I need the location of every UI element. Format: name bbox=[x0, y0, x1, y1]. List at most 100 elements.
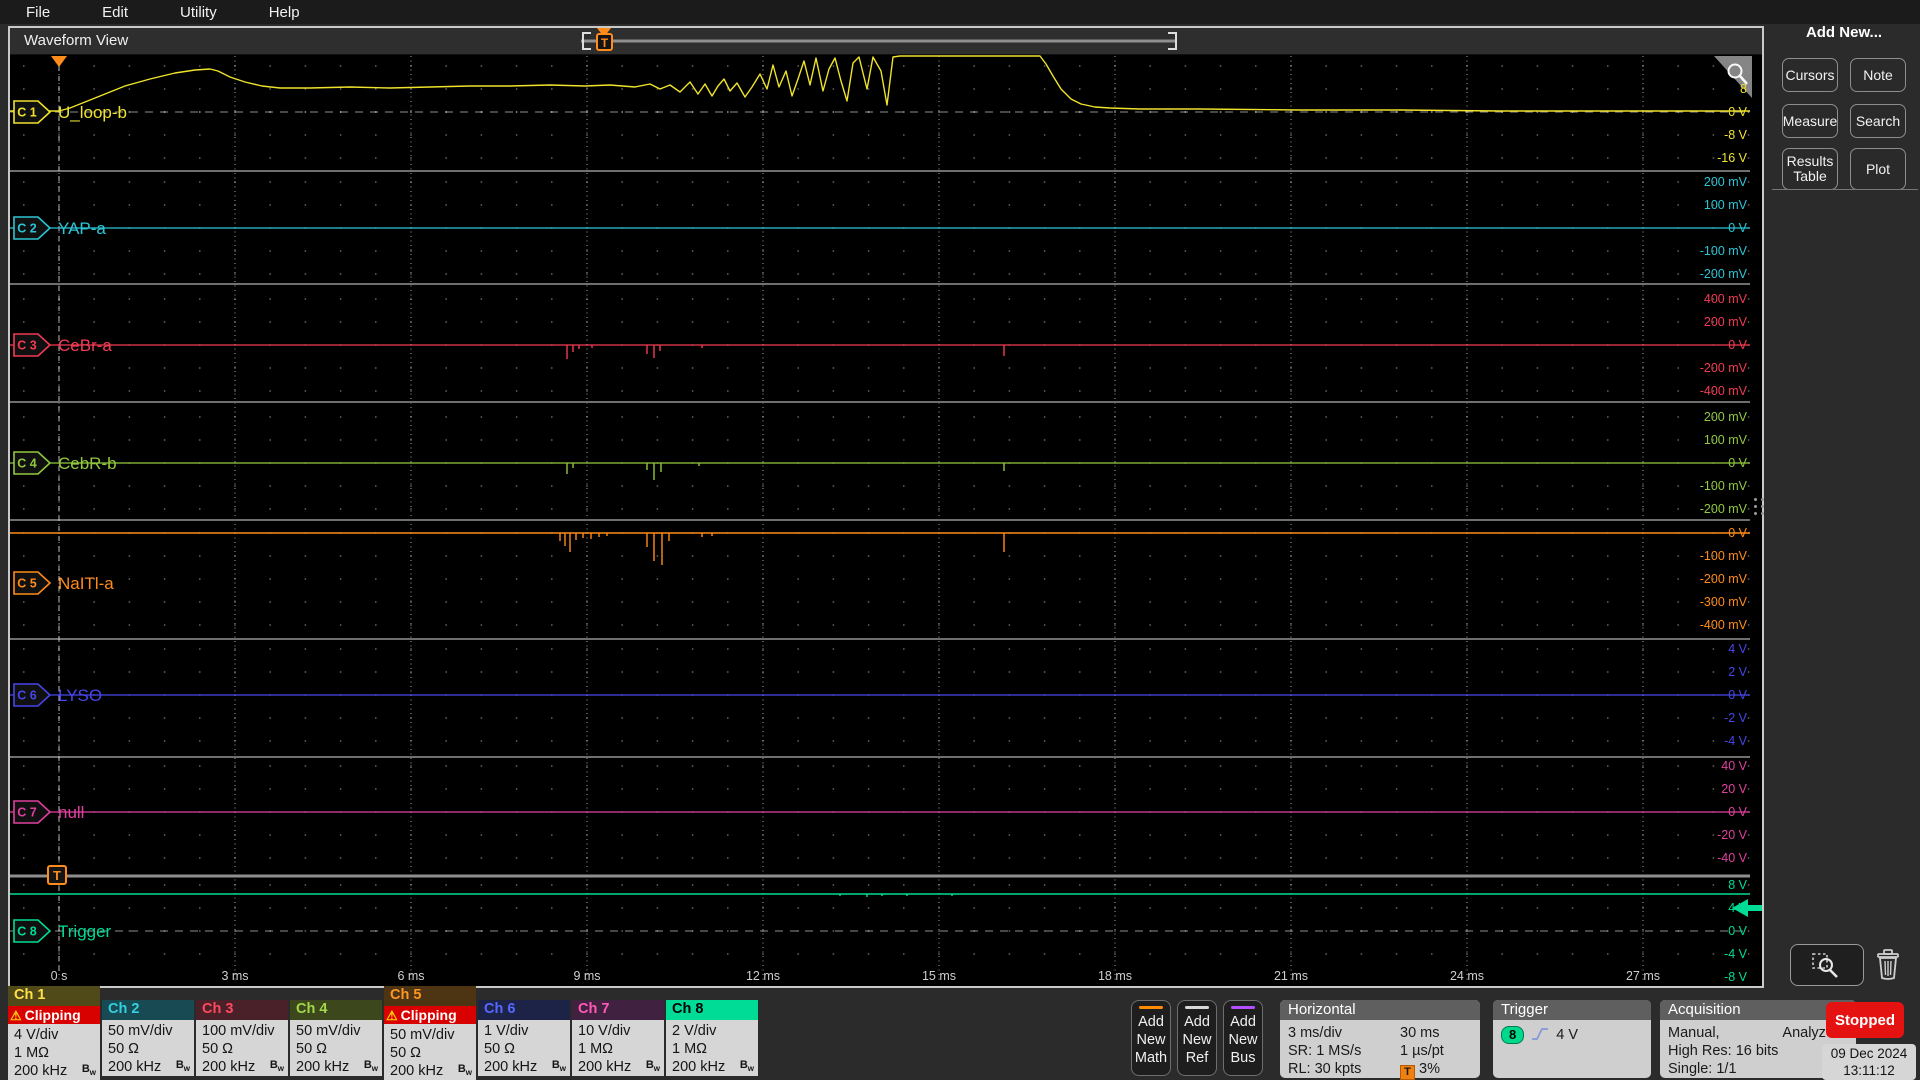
bandwidth-value: 200 kHz bbox=[296, 1059, 350, 1075]
channel-name-c2[interactable]: YAP-a bbox=[58, 219, 106, 238]
add-cursors-button[interactable]: Cursors bbox=[1782, 58, 1838, 92]
channel-badge-ch5[interactable]: Ch 5 ⚠ Clipping 50 mV/div 50 Ω 200 kHz Bw bbox=[384, 986, 476, 1080]
axis-label-c6: 0 V bbox=[1728, 688, 1747, 702]
channel-name-c3[interactable]: CeBr-a bbox=[58, 336, 112, 355]
time-axis-label: 6 ms bbox=[397, 969, 424, 983]
time-axis-label: 9 ms bbox=[573, 969, 600, 983]
channel-badge-ch3[interactable]: Ch 3 100 mV/div 50 Ω 200 kHz Bw bbox=[196, 1000, 288, 1076]
axis-label-c1: -8 V bbox=[1724, 128, 1748, 142]
bandwidth-row: 200 kHz Bw bbox=[202, 1058, 284, 1076]
trigger-source-badge: 8 bbox=[1501, 1026, 1525, 1044]
channel-tag-label-c8: C 8 bbox=[17, 925, 37, 939]
axis-label-c1: 8 bbox=[1740, 82, 1747, 96]
time-axis-label: 18 ms bbox=[1098, 969, 1132, 983]
time-axis-label: 15 ms bbox=[922, 969, 956, 983]
bandwidth-value: 200 kHz bbox=[484, 1059, 538, 1075]
menu-item-utility[interactable]: Utility bbox=[154, 4, 243, 21]
axis-label-c1: -16 V bbox=[1717, 151, 1748, 165]
add-measure-button[interactable]: Measure bbox=[1782, 104, 1838, 138]
axis-label-c8: 0 V bbox=[1728, 924, 1747, 938]
zoom-box-button[interactable] bbox=[1790, 944, 1864, 986]
channel-badge-header: Ch 5 bbox=[384, 986, 476, 1006]
acquisition-single: Single: 1/1 bbox=[1668, 1061, 1737, 1077]
axis-label-c3: 400 mV bbox=[1704, 292, 1748, 306]
channel-name-c8[interactable]: Trigger bbox=[58, 922, 112, 941]
channel-badge-ch2[interactable]: Ch 2 50 mV/div 50 Ω 200 kHz Bw bbox=[102, 1000, 194, 1076]
trash-button[interactable] bbox=[1872, 946, 1904, 987]
add-note-button[interactable]: Note bbox=[1850, 58, 1906, 92]
horizontal-panel[interactable]: Horizontal 3 ms/div SR: 1 MS/s RL: 30 kp… bbox=[1280, 1000, 1480, 1080]
trash-icon bbox=[1877, 949, 1899, 980]
panel-resize-handle[interactable] bbox=[1754, 498, 1764, 524]
channel-tag-label-c2: C 2 bbox=[17, 222, 37, 236]
axis-label-c4: -100 mV bbox=[1700, 479, 1748, 493]
channel-name-c7[interactable]: null bbox=[58, 803, 84, 822]
vertical-scale-value: 2 V/div bbox=[672, 1023, 717, 1039]
bandwidth-value: 200 kHz bbox=[14, 1063, 68, 1079]
oscilloscope-screen: File Edit Utility Help Waveform View T 0 s 3… bbox=[0, 0, 1920, 1080]
channel-badge-ch7[interactable]: Ch 7 10 V/div 1 MΩ 200 kHz Bw bbox=[572, 1000, 664, 1076]
axis-label-c5: -300 mV bbox=[1700, 595, 1748, 609]
add-search-button[interactable]: Search bbox=[1850, 104, 1906, 138]
channel-name-c5[interactable]: NaITl-a bbox=[58, 574, 114, 593]
add-results-table-button[interactable]: Results Table bbox=[1782, 148, 1838, 190]
right-panel-divider bbox=[1772, 189, 1918, 190]
vertical-scale-value: 1 V/div bbox=[484, 1023, 529, 1039]
horizontal-resolution: 1 µs/pt bbox=[1400, 1043, 1444, 1059]
trigger-panel-title: Trigger bbox=[1493, 1000, 1651, 1020]
clipping-warning: ⚠ Clipping bbox=[384, 1006, 476, 1024]
channel-name-c6[interactable]: LYSO bbox=[58, 686, 102, 705]
channel-badge-ch6[interactable]: Ch 61 V/div 50 Ω 200 kHz Bw bbox=[478, 1000, 570, 1076]
channel-name-c1[interactable]: U_loop-b bbox=[58, 103, 127, 122]
bandwidth-limit-icon: Bw bbox=[269, 1058, 284, 1074]
channel-badge-settings: 2 V/div 1 MΩ 200 kHz Bw bbox=[666, 1020, 758, 1076]
channel-badge-ch4[interactable]: Ch 4 50 mV/div 50 Ω 200 kHz Bw bbox=[290, 1000, 382, 1076]
menu-item-file[interactable]: File bbox=[0, 4, 76, 21]
time-axis-label: 3 ms bbox=[221, 969, 248, 983]
axis-label-c8: 8 V bbox=[1728, 878, 1747, 892]
axis-label-c2: -200 mV bbox=[1700, 267, 1748, 281]
menu-item-edit[interactable]: Edit bbox=[76, 4, 154, 21]
axis-label-c6: 4 V bbox=[1728, 642, 1747, 656]
bandwidth-row: 200 kHz Bw bbox=[390, 1062, 472, 1080]
channel-tag-label-c3: C 3 bbox=[17, 339, 37, 353]
axis-label-c4: 100 mV bbox=[1704, 433, 1748, 447]
axis-label-c6: -2 V bbox=[1724, 711, 1748, 725]
time-axis-label: 0 s bbox=[51, 969, 68, 983]
accent-line bbox=[1185, 1006, 1209, 1009]
bandwidth-row: 200 kHz Bw bbox=[14, 1062, 96, 1080]
trigger-panel[interactable]: Trigger 8 4 V bbox=[1493, 1000, 1651, 1078]
bandwidth-row: 200 kHz Bw bbox=[672, 1058, 754, 1076]
axis-label-c4: -200 mV bbox=[1700, 502, 1748, 516]
axis-label-c6: -4 V bbox=[1724, 734, 1748, 748]
channel-badge-ch8[interactable]: Ch 82 V/div 1 MΩ 200 kHz Bw bbox=[666, 1000, 758, 1076]
trigger-time-marker-icon[interactable] bbox=[51, 56, 67, 67]
bandwidth-limit-icon: Bw bbox=[551, 1058, 566, 1074]
add-plot-button[interactable]: Plot bbox=[1850, 148, 1906, 190]
axis-label-c1: 0 V bbox=[1728, 105, 1747, 119]
vertical-scale-value: 10 V/div bbox=[578, 1023, 631, 1039]
channel-badge-ch1[interactable]: Ch 1 ⚠ Clipping 4 V/div 1 MΩ 200 kHz Bw bbox=[8, 986, 100, 1080]
bandwidth-row: 200 kHz Bw bbox=[296, 1058, 378, 1076]
menu-item-help[interactable]: Help bbox=[243, 4, 326, 21]
bandwidth-value: 200 kHz bbox=[390, 1063, 444, 1079]
run-state-stopped-button[interactable]: Stopped bbox=[1826, 1002, 1904, 1038]
axis-label-c3: 200 mV bbox=[1704, 315, 1748, 329]
vertical-scale-value: 100 mV/div bbox=[202, 1023, 275, 1039]
clipping-warning-icon: ⚠ bbox=[10, 1007, 22, 1023]
add-new-ref-button[interactable]: Add New Ref bbox=[1177, 1000, 1217, 1076]
trigger-position-icon: T bbox=[1400, 1065, 1415, 1080]
vertical-scale-value: 50 mV/div bbox=[108, 1023, 173, 1039]
clipping-warning-icon: ⚠ bbox=[386, 1007, 398, 1023]
record-view-bar[interactable]: T bbox=[571, 28, 1211, 54]
bandwidth-limit-icon: Bw bbox=[81, 1062, 96, 1078]
add-new-math-button[interactable]: Add New Math bbox=[1131, 1000, 1171, 1076]
channel-name-c4[interactable]: CebR-b bbox=[58, 454, 117, 473]
bandwidth-row: 200 kHz Bw bbox=[484, 1058, 566, 1076]
add-new-bus-button[interactable]: Add New Bus bbox=[1223, 1000, 1263, 1076]
accent-line bbox=[1139, 1006, 1163, 1009]
bandwidth-value: 200 kHz bbox=[672, 1059, 726, 1075]
bandwidth-row: 200 kHz Bw bbox=[108, 1058, 190, 1076]
clipping-label: Clipping bbox=[400, 1007, 457, 1023]
horizontal-scale: 3 ms/div bbox=[1288, 1025, 1342, 1041]
